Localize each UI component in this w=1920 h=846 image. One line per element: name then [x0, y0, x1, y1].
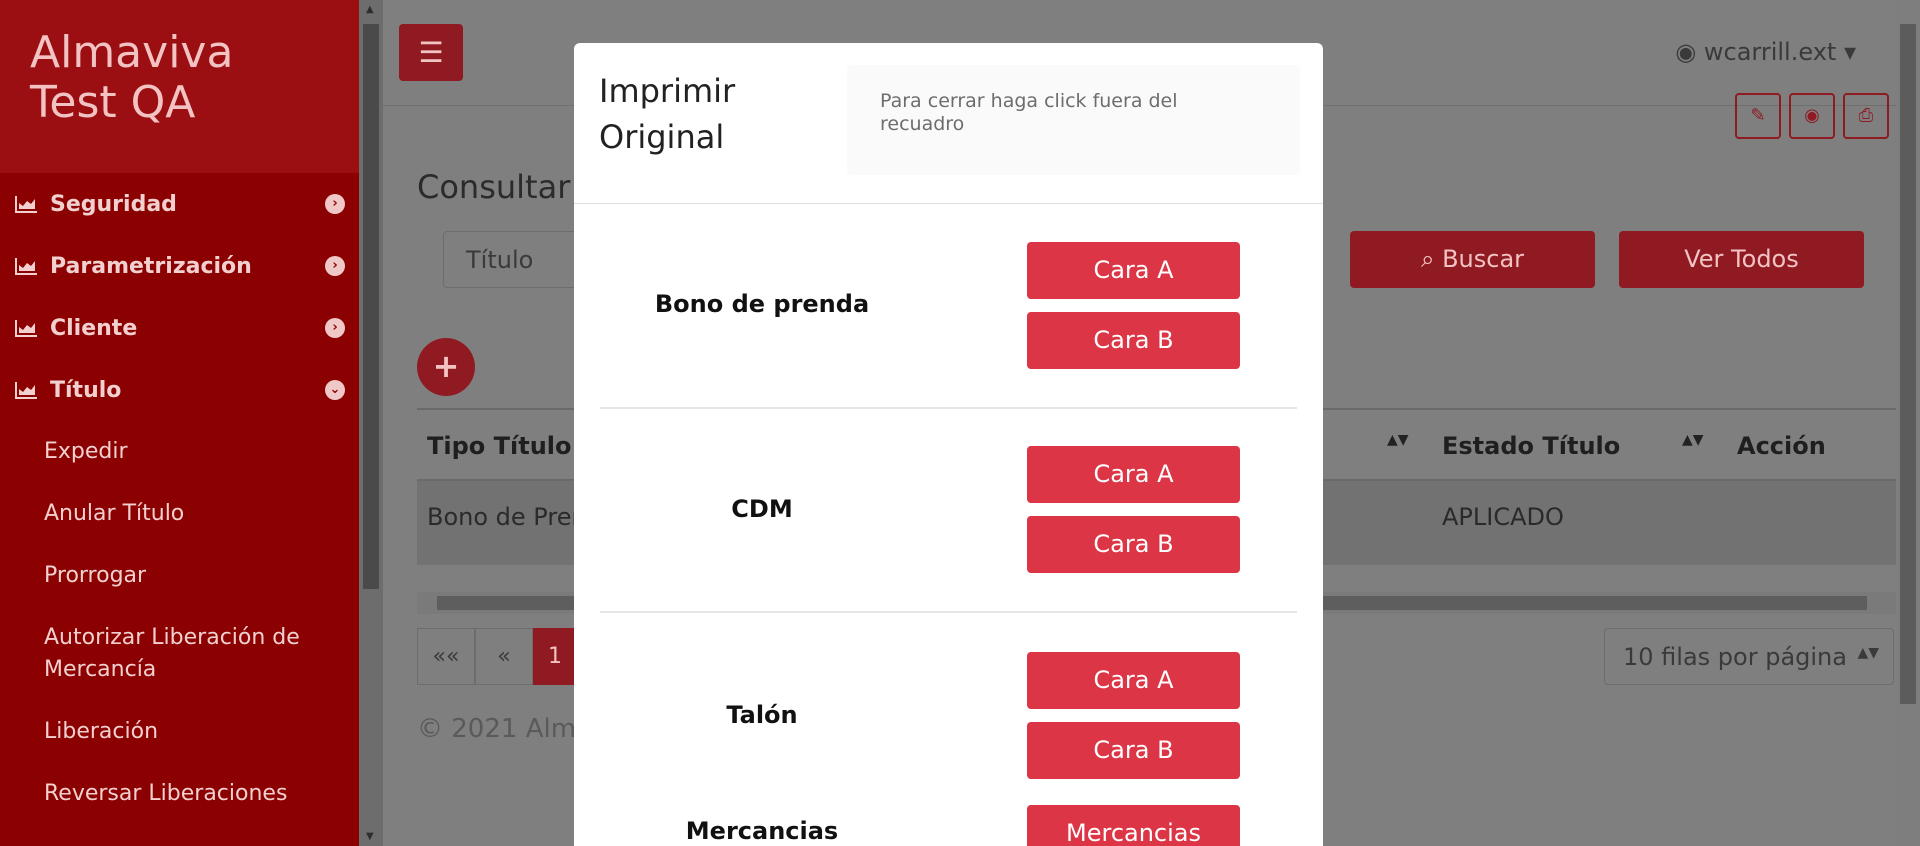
sidebar-scrollbar[interactable]: ▲ ▼	[359, 0, 383, 846]
chart-icon	[15, 382, 37, 399]
chart-icon	[15, 320, 37, 337]
pencil-icon: ✎	[1750, 105, 1766, 126]
pagination: «« « 1	[417, 628, 577, 685]
section-mercancias: Mercancias Mercancias	[600, 805, 1297, 846]
edit-button[interactable]: ✎	[1735, 93, 1781, 139]
chart-icon	[15, 196, 37, 213]
section-cdm: CDM Cara A Cara B	[600, 409, 1297, 613]
footer-text: © 2021 Alma	[417, 714, 592, 744]
sidebar-item-cliente[interactable]: Cliente ›	[0, 297, 359, 359]
eye-icon: ◉	[1804, 105, 1820, 126]
sidebar-item-label: Cliente	[50, 315, 138, 341]
section-label: CDM	[731, 495, 793, 523]
user-name: wcarrill.ext	[1703, 38, 1837, 66]
modal-title: Imprimir Original	[599, 72, 736, 156]
sort-icon[interactable]: ▲▼	[1682, 432, 1704, 448]
print-button[interactable]: ⎙	[1843, 93, 1889, 139]
menu-toggle-button[interactable]: ☰	[399, 24, 463, 81]
sort-arrows-icon: ▲▼	[1857, 645, 1879, 661]
cara-b-button[interactable]: Cara B	[1027, 516, 1240, 573]
sort-icon[interactable]: ▲▼	[1387, 432, 1409, 448]
page-scrollbar[interactable]	[1896, 0, 1920, 846]
sidebar-item-label: Seguridad	[50, 191, 177, 217]
mercancias-button[interactable]: Mercancias	[1027, 805, 1240, 846]
submenu-item-reversar[interactable]: Reversar Liberaciones	[44, 763, 359, 825]
col-header-accion: Acción	[1737, 432, 1826, 460]
chevron-right-icon: ›	[325, 194, 345, 214]
sidebar-item-label: Parametrización	[50, 253, 252, 279]
chevron-right-icon: ›	[325, 318, 345, 338]
section-label: Talón	[726, 701, 798, 729]
cara-a-button[interactable]: Cara A	[1027, 652, 1240, 709]
sidebar-item-parametrizacion[interactable]: Parametrización ›	[0, 235, 359, 297]
section-bono-prenda: Bono de prenda Cara A Cara B	[600, 204, 1297, 409]
page-current-button[interactable]: 1	[533, 628, 577, 685]
modal-header: Imprimir Original Para cerrar haga click…	[574, 43, 1323, 204]
col-header-tipo[interactable]: Tipo Título	[427, 432, 572, 460]
rows-per-page-select[interactable]: 10 filas por página ▲▼	[1604, 628, 1894, 685]
view-all-button[interactable]: Ver Todos	[1619, 231, 1864, 288]
page-first-button[interactable]: ««	[417, 628, 475, 685]
brand-title: Almaviva Test QA	[0, 0, 359, 173]
caret-down-icon: ▾	[1843, 38, 1856, 66]
submenu-item-autorizar[interactable]: Autorizar Liberación de Mercancía	[44, 607, 359, 701]
search-button[interactable]: ⌕ Buscar	[1350, 231, 1595, 288]
submenu-item-liberacion[interactable]: Liberación	[44, 701, 359, 763]
cara-a-button[interactable]: Cara A	[1027, 446, 1240, 503]
sidebar-item-titulo[interactable]: Título ⌄	[0, 359, 359, 421]
section-talon: Talón Cara A Cara B	[600, 613, 1297, 813]
sidebar: Almaviva Test QA Seguridad › Parametriza…	[0, 0, 359, 846]
section-label: Mercancias	[685, 817, 839, 845]
user-circle-icon: ◉	[1675, 38, 1697, 66]
cell-estado: APLICADO	[1442, 503, 1564, 531]
user-menu[interactable]: ◉ wcarrill.ext ▾	[1675, 38, 1856, 66]
submenu-titulo: Expedir Anular Título Prorrogar Autoriza…	[0, 421, 359, 825]
chevron-down-icon: ⌄	[325, 380, 345, 400]
modal-close-hint: Para cerrar haga click fuera del recuadr…	[847, 65, 1300, 175]
add-button[interactable]: +	[417, 338, 475, 396]
chevron-right-icon: ›	[325, 256, 345, 276]
section-label: Bono de prenda	[654, 290, 870, 318]
sidebar-item-seguridad[interactable]: Seguridad ›	[0, 173, 359, 235]
submenu-item-expedir[interactable]: Expedir	[44, 421, 359, 483]
print-icon: ⎙	[1858, 105, 1874, 126]
page-title: Consultar	[417, 168, 571, 206]
view-button[interactable]: ◉	[1789, 93, 1835, 139]
cara-b-button[interactable]: Cara B	[1027, 722, 1240, 779]
submenu-item-anular[interactable]: Anular Título	[44, 483, 359, 545]
col-header-estado[interactable]: Estado Título	[1442, 432, 1620, 460]
sidebar-item-label: Título	[50, 377, 122, 403]
scroll-down-icon[interactable]: ▼	[366, 831, 374, 842]
search-icon: ⌕	[1420, 245, 1435, 273]
chart-icon	[15, 258, 37, 275]
scroll-up-icon[interactable]: ▲	[366, 4, 374, 15]
cara-b-button[interactable]: Cara B	[1027, 312, 1240, 369]
submenu-item-prorrogar[interactable]: Prorrogar	[44, 545, 359, 607]
scrollbar-thumb[interactable]	[1900, 24, 1916, 704]
cell-tipo: Bono de Pren	[427, 503, 587, 531]
page-prev-button[interactable]: «	[475, 628, 533, 685]
cara-a-button[interactable]: Cara A	[1027, 242, 1240, 299]
scrollbar-thumb[interactable]	[363, 24, 379, 589]
print-modal: Imprimir Original Para cerrar haga click…	[574, 43, 1323, 846]
